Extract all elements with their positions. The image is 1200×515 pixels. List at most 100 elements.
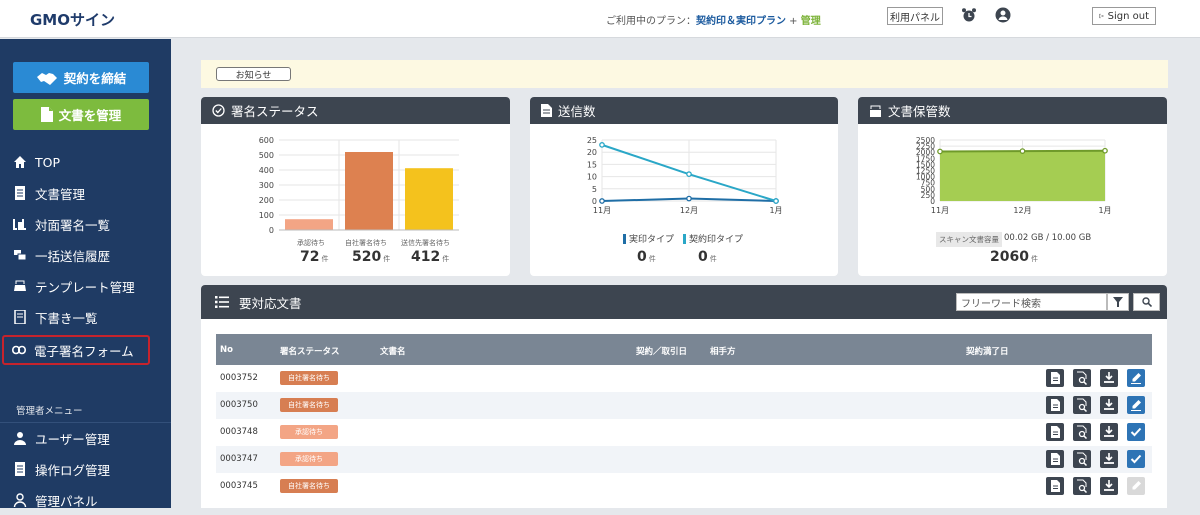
stat-value: 0	[698, 249, 708, 265]
stat-count-partner[interactable]: 412 件	[411, 249, 449, 265]
download-button[interactable]	[1100, 477, 1118, 495]
sidebar-item-top[interactable]: TOP	[0, 147, 171, 177]
sidebar-item-e-sign-form[interactable]: 電子署名フォーム	[2, 335, 150, 365]
y-tick-label: 100	[259, 211, 274, 220]
x-tick-label: 11月	[593, 206, 611, 215]
logo[interactable]: GMOサイン	[30, 9, 115, 30]
sidebar-item-admin-panel[interactable]: 管理パネル	[0, 485, 171, 515]
data-point	[773, 198, 779, 204]
top-bar: GMOサイン ご利用中のプラン：契約印＆実印プラン + 管理 利用パネル Sig…	[0, 0, 1200, 38]
view-document-button[interactable]	[1046, 423, 1064, 441]
view-document-button[interactable]	[1046, 450, 1064, 468]
filter-button[interactable]	[1107, 293, 1129, 311]
preview-button[interactable]	[1073, 369, 1091, 387]
approve-button[interactable]	[1127, 450, 1145, 468]
search-button[interactable]	[1133, 293, 1160, 311]
preview-button[interactable]	[1073, 450, 1091, 468]
storage-header: 文書保管数	[858, 97, 1167, 124]
view-document-button[interactable]	[1046, 477, 1064, 495]
notice-button[interactable]: お知らせ	[216, 67, 291, 81]
table-row[interactable]: 0003745 自社署名待ち	[216, 473, 1152, 500]
admin-panel-button[interactable]: 利用パネル	[887, 7, 943, 25]
status-badge: 自社署名待ち	[280, 479, 338, 493]
approve-button[interactable]	[1127, 423, 1145, 441]
pen-icon	[1131, 373, 1141, 384]
download-button[interactable]	[1100, 423, 1118, 441]
download-icon	[1104, 453, 1114, 464]
stat-unit: 件	[383, 255, 391, 263]
download-button[interactable]	[1100, 396, 1118, 414]
sign-button[interactable]	[1127, 396, 1145, 414]
x-tick-label: 12月	[1013, 206, 1031, 215]
col-no[interactable]: No	[220, 345, 233, 355]
download-button[interactable]	[1100, 450, 1118, 468]
sidebar-item-templates[interactable]: テンプレート管理	[0, 271, 171, 301]
sign-disabled-button[interactable]	[1127, 477, 1145, 495]
preview-button[interactable]	[1073, 477, 1091, 495]
status-badge: 承認待ち	[280, 425, 338, 439]
download-icon	[1104, 480, 1114, 491]
data-point	[686, 171, 692, 178]
stat-value: 72	[300, 249, 320, 265]
search-document-icon	[1077, 452, 1088, 466]
download-button[interactable]	[1100, 369, 1118, 387]
stat-value: 412	[411, 249, 441, 265]
sign-out-button[interactable]: Sign out	[1092, 7, 1156, 25]
search-document-icon	[1077, 371, 1088, 385]
col-status[interactable]: 署名ステータス	[280, 345, 340, 357]
area-fill	[940, 150, 1105, 201]
contract-button[interactable]: 契約を締結	[13, 62, 149, 93]
stat-count-approval[interactable]: 72 件	[300, 249, 328, 265]
sign-button[interactable]	[1127, 369, 1145, 387]
scan-capacity-label: スキャン文書容量	[936, 232, 1002, 247]
freeword-search-input[interactable]: フリーワード検索	[956, 293, 1107, 311]
sidebar-item-users[interactable]: ユーザー管理	[0, 423, 171, 453]
preview-button[interactable]	[1073, 396, 1091, 414]
view-document-button[interactable]	[1046, 369, 1064, 387]
view-document-button[interactable]	[1046, 396, 1064, 414]
table-row[interactable]: 0003747 承認待ち	[216, 446, 1152, 473]
sent-count-jitsuin[interactable]: 0件	[637, 249, 656, 265]
manage-documents-label: 文書を管理	[58, 108, 122, 123]
search-icon	[1141, 297, 1152, 307]
handshake-icon	[36, 72, 57, 85]
y-tick-label: 0	[592, 197, 597, 206]
stat-count-self[interactable]: 520 件	[352, 249, 390, 265]
col-contract-date[interactable]: 契約／取引日	[636, 345, 687, 357]
row-number: 0003748	[220, 427, 258, 437]
legend-label: 実印タイプ	[629, 235, 675, 245]
pending-table-header: No 署名ステータス 文書名 契約／取引日 相手方 契約満了日	[216, 334, 1152, 365]
table-row[interactable]: 0003750 自社署名待ち	[216, 392, 1152, 419]
col-end-date[interactable]: 契約満了日	[966, 345, 1009, 357]
account-icon[interactable]	[995, 7, 1011, 23]
alarm-icon[interactable]	[961, 7, 977, 23]
y-tick-label: 300	[259, 181, 274, 190]
col-party[interactable]: 相手方	[710, 345, 736, 357]
manage-documents-button[interactable]: 文書を管理	[13, 99, 149, 130]
stat-label-partner: 送信先署名待ち	[401, 239, 450, 247]
col-doc-name[interactable]: 文書名	[380, 345, 406, 357]
data-point	[599, 198, 605, 204]
sidebar-item-label: 下書き一覧	[35, 310, 98, 326]
sidebar-item-face-sign[interactable]: 対面署名一覧	[0, 209, 171, 239]
table-row[interactable]: 0003752 自社署名待ち	[216, 365, 1152, 392]
legend-label: 契約印タイプ	[689, 235, 744, 245]
sidebar-item-bulk-send[interactable]: 一括送信履歴	[0, 240, 171, 270]
sent-count-keiyaku[interactable]: 0件	[698, 249, 717, 265]
admin-menu-header: 管理者メニュー	[16, 406, 83, 417]
y-tick-label: 15	[587, 160, 597, 169]
check-icon	[1130, 454, 1142, 464]
sidebar-item-logs[interactable]: 操作ログ管理	[0, 454, 171, 484]
sidebar-item-documents[interactable]: 文書管理	[0, 178, 171, 208]
document-icon	[1051, 426, 1060, 438]
preview-button[interactable]	[1073, 423, 1091, 441]
sidebar-item-drafts[interactable]: 下書き一覧	[0, 302, 171, 332]
sidebar-item-label: 一括送信履歴	[35, 248, 111, 264]
sidebar-item-label: 対面署名一覧	[35, 217, 111, 233]
x-tick-label: 12月	[680, 206, 698, 215]
legend-jitsuin: 実印タイプ	[623, 232, 674, 245]
storage-count[interactable]: 2060 件	[990, 249, 1038, 265]
table-row[interactable]: 0003748 承認待ち	[216, 419, 1152, 446]
bulk-send-icon	[14, 250, 27, 261]
stat-label-approval: 承認待ち	[297, 239, 325, 247]
